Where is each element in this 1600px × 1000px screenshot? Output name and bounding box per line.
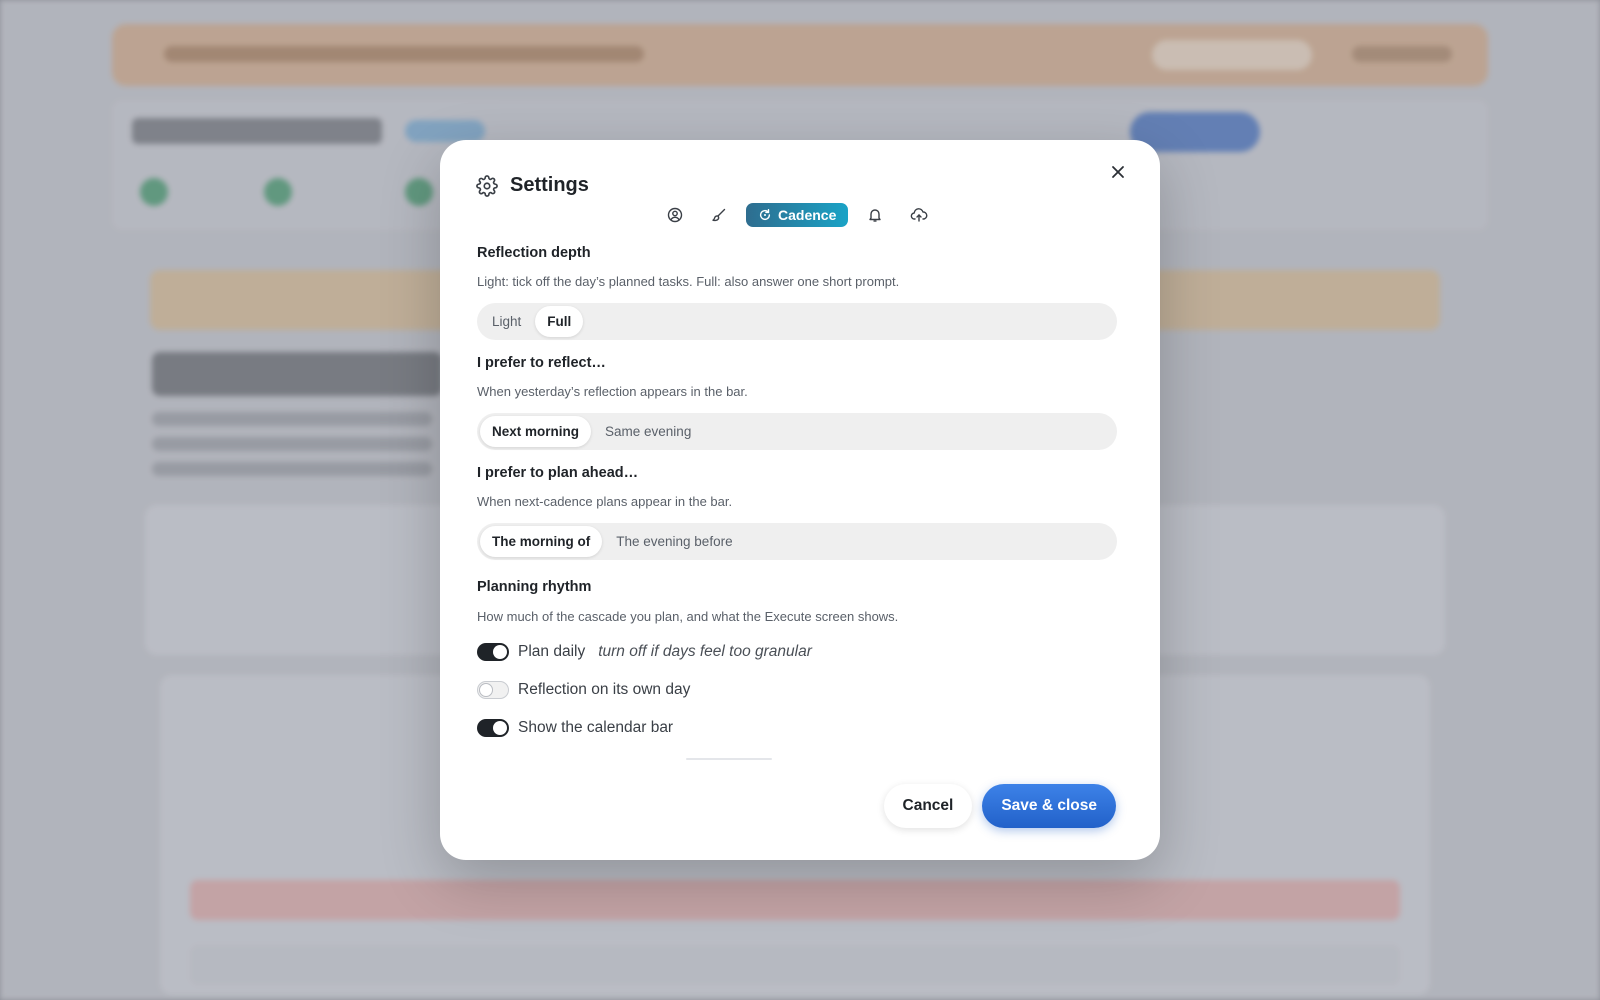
toggle-label: Reflection on its own day	[518, 681, 691, 698]
reflection-depth-segmented: Light Full	[477, 303, 1117, 340]
gear-icon	[476, 174, 498, 197]
toggle-label: Plan daily	[518, 643, 586, 660]
cloud-upload-icon	[911, 208, 928, 222]
save-close-button[interactable]: Save & close	[982, 784, 1116, 828]
reflect-preference-section: I prefer to reflect… When yesterday’s re…	[477, 355, 1117, 465]
section-title: Planning rhythm	[477, 579, 592, 595]
scroll-divider	[686, 758, 772, 760]
plan-daily-toggle[interactable]	[477, 643, 509, 661]
close-button[interactable]	[1104, 158, 1132, 186]
close-icon	[1112, 166, 1124, 178]
profile-icon	[667, 207, 683, 223]
toggle-label: Show the calendar bar	[518, 719, 674, 736]
option-same-evening[interactable]: Same evening	[593, 416, 703, 447]
option-light[interactable]: Light	[480, 306, 533, 337]
settings-tabs: Cadence	[658, 202, 936, 228]
dialog-title: Settings	[510, 174, 589, 196]
dialog-footer: Cancel Save & close	[883, 784, 1116, 828]
settings-dialog: Settings Cadence Reflection depth Light:…	[440, 140, 1160, 860]
tab-cadence[interactable]: Cadence	[746, 203, 849, 227]
toggle-row-calendar-bar: Show the calendar bar	[477, 709, 1117, 747]
option-evening-before[interactable]: The evening before	[604, 526, 744, 557]
tab-profile[interactable]	[658, 202, 692, 228]
reflection-own-day-toggle[interactable]	[477, 681, 509, 699]
section-title: I prefer to reflect…	[477, 355, 606, 371]
plan-preference-segmented: The morning of The evening before	[477, 523, 1117, 560]
section-description: When yesterday’s reflection appears in t…	[477, 384, 748, 399]
section-description: Light: tick off the day’s planned tasks.…	[477, 274, 900, 289]
bell-icon	[869, 209, 882, 222]
tab-appearance[interactable]	[702, 202, 736, 228]
reflection-depth-section: Reflection depth Light: tick off the day…	[477, 245, 1117, 355]
calendar-bar-toggle[interactable]	[477, 719, 509, 737]
dialog-header: Settings	[476, 174, 589, 197]
toggle-row-reflection-own-day: Reflection on its own day	[477, 671, 1117, 709]
tab-cadence-label: Cadence	[778, 207, 837, 223]
section-title: I prefer to plan ahead…	[477, 465, 639, 481]
tab-sync[interactable]	[902, 202, 936, 228]
option-full[interactable]: Full	[535, 306, 584, 337]
plan-preference-section: I prefer to plan ahead… When next-cadenc…	[477, 465, 1117, 575]
cycle-icon	[759, 209, 771, 221]
settings-content: Reflection depth Light: tick off the day…	[477, 245, 1117, 747]
toggle-row-plan-daily: Plan daily turn off if days feel too gra…	[477, 633, 1117, 671]
reflect-preference-segmented: Next morning Same evening	[477, 413, 1117, 450]
section-title: Reflection depth	[477, 245, 591, 261]
section-description: When next-cadence plans appear in the ba…	[477, 494, 733, 509]
option-next-morning[interactable]: Next morning	[480, 416, 592, 447]
section-description: How much of the cascade you plan, and wh…	[477, 609, 899, 624]
planning-rhythm-section: Planning rhythm How much of the cascade …	[477, 579, 1117, 747]
cancel-button[interactable]: Cancel	[883, 784, 973, 828]
toggle-hint: turn off if days feel too granular	[598, 643, 812, 660]
option-morning-of[interactable]: The morning of	[480, 526, 603, 557]
brush-icon	[712, 208, 726, 222]
tab-notifications[interactable]	[858, 202, 892, 228]
